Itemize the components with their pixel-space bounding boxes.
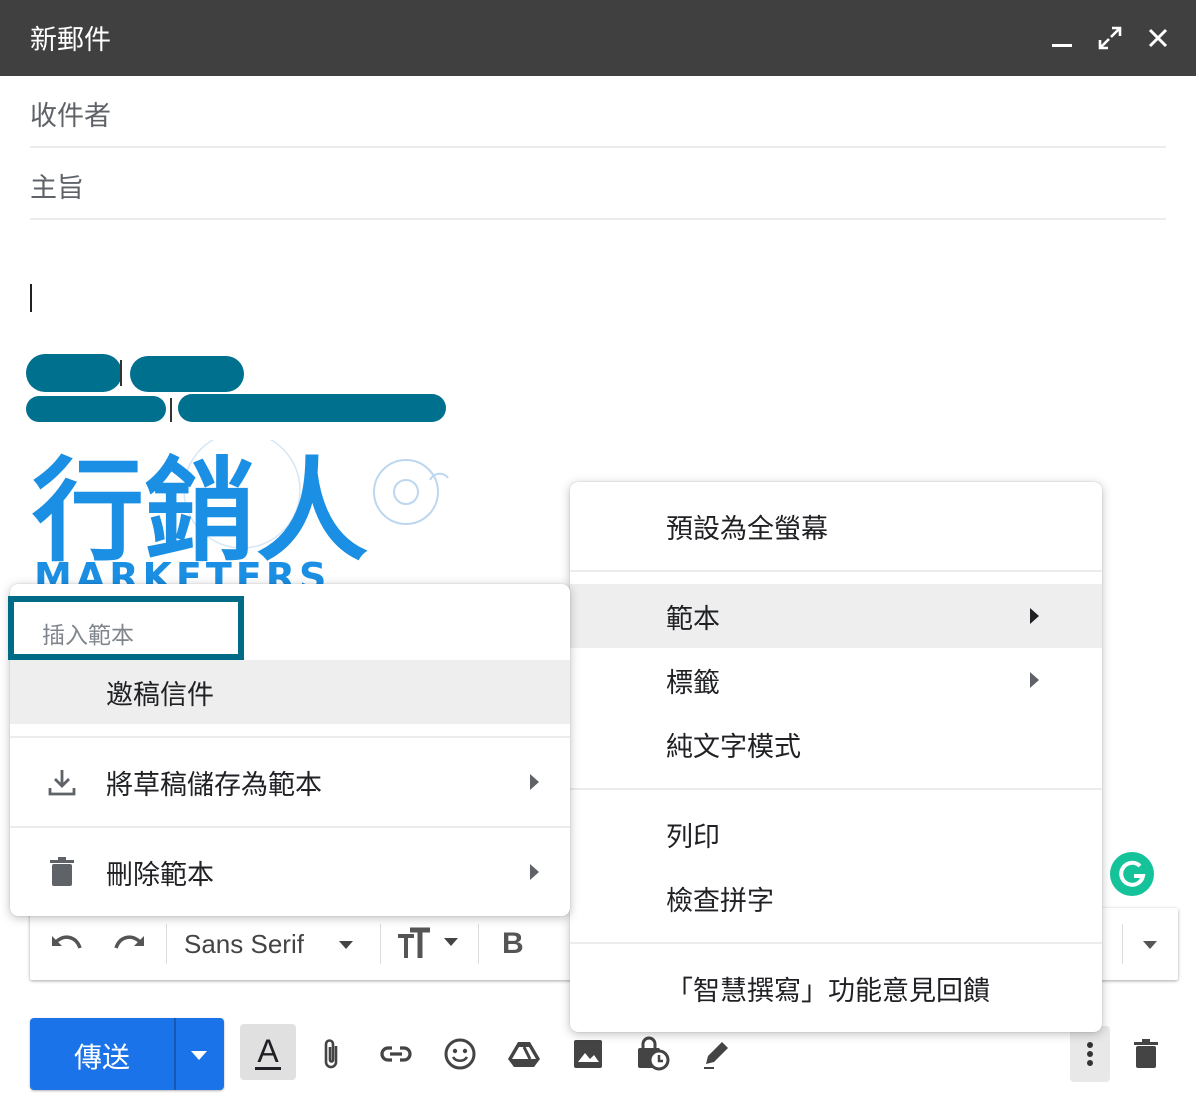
signature-logo: 行銷人 MARKETERS xyxy=(30,440,450,590)
download-icon xyxy=(44,764,80,807)
chevron-down-icon xyxy=(338,941,353,949)
send-divider xyxy=(174,1018,176,1090)
insert-template-label: 插入範本 xyxy=(42,623,134,649)
compose-title: 新郵件 xyxy=(30,25,111,56)
menu-item-print[interactable]: 列印 xyxy=(570,802,1102,866)
menu-divider xyxy=(10,736,570,738)
redacted-text xyxy=(26,396,166,422)
menu-divider xyxy=(570,570,1102,572)
menu-item-plain-text[interactable]: 純文字模式 xyxy=(570,712,1102,776)
more-options-menu: 預設為全螢幕 範本 標籤 純文字模式 列印 檢查拼字 「智慧撰寫」功能意見回饋 xyxy=(570,482,1102,1032)
send-button[interactable]: 傳送 xyxy=(30,1018,224,1090)
to-field[interactable]: 收件者 xyxy=(30,76,1166,148)
redacted-text xyxy=(178,394,446,422)
insert-template-header: 插入範本 xyxy=(8,596,244,660)
font-name: Sans Serif xyxy=(184,928,304,959)
submenu-arrow-icon xyxy=(1030,672,1039,688)
toolbar-divider xyxy=(478,924,479,964)
submenu-arrow-icon xyxy=(530,864,539,880)
toolbar-divider xyxy=(166,924,167,964)
menu-item-templates[interactable]: 範本 xyxy=(570,584,1102,648)
more-options-icon[interactable] xyxy=(1070,1026,1110,1082)
text-size-button[interactable] xyxy=(396,924,466,964)
signature-divider xyxy=(170,398,172,422)
send-options-icon[interactable] xyxy=(188,1044,210,1070)
photo-icon[interactable] xyxy=(564,1030,612,1078)
drive-icon[interactable] xyxy=(500,1030,548,1078)
compose-title-bar: 新郵件 xyxy=(0,0,1196,76)
to-placeholder: 收件者 xyxy=(30,101,111,132)
expand-icon[interactable] xyxy=(1092,20,1128,56)
undo-icon[interactable] xyxy=(46,924,86,964)
text-format-icon[interactable]: A xyxy=(240,1024,296,1080)
close-icon[interactable] xyxy=(1140,20,1176,56)
discard-draft-icon[interactable] xyxy=(1122,1030,1170,1078)
more-formatting-button[interactable] xyxy=(1140,924,1160,964)
trash-icon xyxy=(44,854,80,897)
menu-item-labels[interactable]: 標籤 xyxy=(570,648,1102,712)
text-cursor xyxy=(30,284,32,312)
redacted-text xyxy=(130,356,244,392)
menu-item-smart-compose-feedback[interactable]: 「智慧撰寫」功能意見回饋 xyxy=(570,956,1102,1020)
attach-icon[interactable] xyxy=(308,1030,356,1078)
signature-divider xyxy=(120,360,122,386)
minimize-icon[interactable] xyxy=(1044,20,1080,56)
link-icon[interactable] xyxy=(372,1030,420,1078)
submenu-arrow-icon xyxy=(1030,608,1039,624)
subject-placeholder: 主旨 xyxy=(30,173,84,204)
submenu-arrow-icon xyxy=(530,774,539,790)
grammarly-icon[interactable] xyxy=(1110,852,1154,896)
menu-divider xyxy=(570,942,1102,944)
chevron-down-icon xyxy=(1143,941,1157,949)
signature-icon[interactable] xyxy=(692,1030,740,1078)
menu-item-spellcheck[interactable]: 檢查拼字 xyxy=(570,866,1102,930)
emoji-icon[interactable] xyxy=(436,1030,484,1078)
menu-divider xyxy=(10,826,570,828)
bold-button[interactable]: B xyxy=(502,924,524,964)
template-item-invitation[interactable]: 邀稿信件 xyxy=(10,660,570,724)
toolbar-divider xyxy=(1122,924,1123,964)
menu-divider xyxy=(570,788,1102,790)
subject-field[interactable]: 主旨 xyxy=(30,148,1166,220)
save-draft-as-template[interactable]: 將草稿儲存為範本 xyxy=(10,750,570,814)
delete-template[interactable]: 刪除範本 xyxy=(10,840,570,904)
confidential-mode-icon[interactable] xyxy=(628,1030,676,1078)
redacted-text xyxy=(26,354,122,392)
send-label: 傳送 xyxy=(74,1041,131,1074)
redo-icon[interactable] xyxy=(110,924,150,964)
font-selector[interactable]: Sans Serif xyxy=(184,924,356,964)
menu-item-fullscreen[interactable]: 預設為全螢幕 xyxy=(570,494,1102,558)
toolbar-divider xyxy=(380,924,381,964)
